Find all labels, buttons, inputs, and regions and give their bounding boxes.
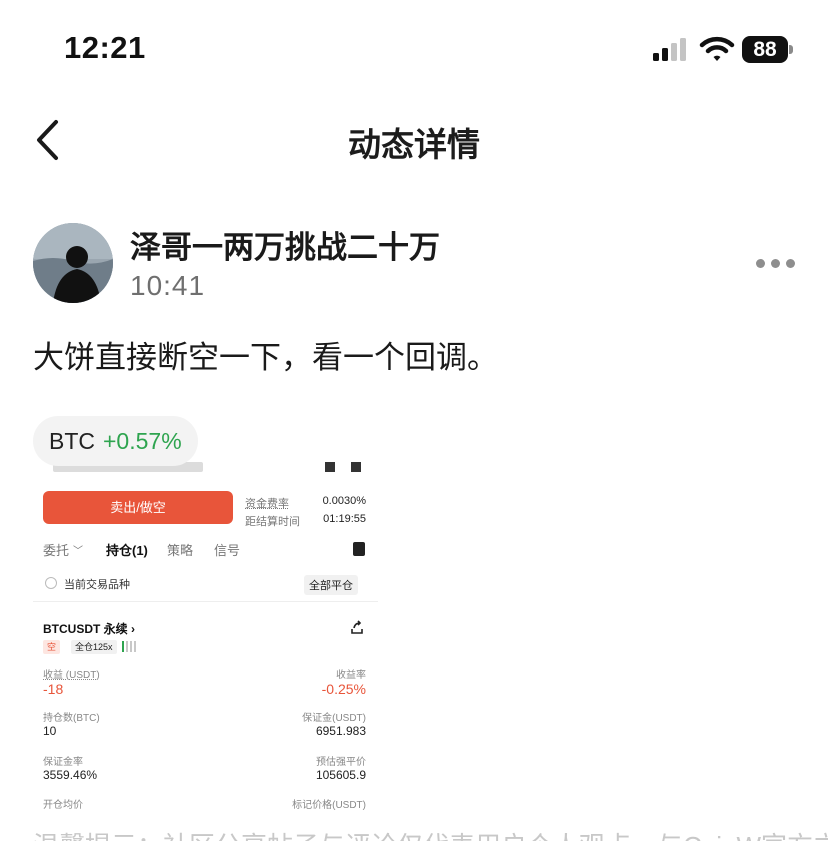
more-dots-icon[interactable] (754, 255, 798, 271)
post-image[interactable]: 卖出/做空 资金费率 0.0030% 距结算时间 01:19:55 委托 ﹀ 持… (33, 458, 378, 818)
tab-strategy: 策略 (167, 540, 193, 559)
tab-positions: 持仓(1) (106, 540, 148, 559)
signal-icon (652, 38, 688, 62)
sell-short-button: 卖出/做空 (43, 491, 233, 524)
share-icon (350, 620, 364, 634)
margin-ratio-value: 3559.46% (43, 768, 97, 782)
roe-label: 收益率 (336, 666, 366, 681)
side-badge: 空 (43, 640, 60, 654)
funding-rate-label: 资金费率 (245, 495, 289, 511)
ticker-symbol: BTC (49, 428, 95, 454)
page-title: 动态详情 (0, 118, 828, 166)
status-time: 12:21 (64, 30, 146, 66)
avatar[interactable] (33, 223, 113, 303)
radio-icon (45, 577, 57, 589)
tab-orders: 委托 (43, 540, 69, 559)
tab-signals: 信号 (214, 540, 240, 559)
settlement-label: 距结算时间 (245, 513, 300, 529)
wifi-icon (699, 35, 735, 63)
size-label: 持仓数(BTC) (43, 709, 100, 724)
funding-rate-value: 0.0030% (323, 495, 366, 507)
settlement-value: 01:19:55 (323, 513, 366, 525)
margin-label: 保证金(USDT) (302, 709, 366, 724)
battery-icon: 88 (742, 36, 794, 63)
liq-price-value: 105605.9 (316, 768, 366, 782)
margin-value: 6951.983 (316, 724, 366, 738)
pnl-label: 收益 (USDT) (43, 666, 100, 681)
pnl-value: -18 (43, 681, 63, 697)
battery-level: 88 (742, 36, 788, 63)
document-icon (353, 542, 365, 556)
post-text: 大饼直接断空一下，看一个回调。 (33, 332, 498, 377)
filter-row: 当前交易品种 全部平仓 (43, 575, 368, 595)
strength-bars-icon (122, 640, 136, 652)
chevron-down-icon: ﹀ (73, 542, 83, 557)
close-all-button: 全部平仓 (304, 575, 358, 595)
position-symbol: BTCUSDT 永续 › (43, 620, 135, 637)
position-symbol-text: BTCUSDT 永续 (43, 622, 128, 636)
size-value: 10 (43, 724, 56, 738)
liq-price-label: 预估强平价 (316, 753, 366, 768)
ticker-change: +0.57% (103, 428, 182, 454)
divider (33, 601, 378, 602)
chevron-right-icon: › (131, 622, 135, 636)
roe-value: -0.25% (322, 681, 366, 697)
disclaimer-text: 温馨提示：社区分享帖子与评论仅代表用户个人观点，与CoinW官方立 (33, 826, 828, 841)
margin-ratio-label: 保证金率 (43, 753, 83, 768)
leverage-badge: 全仓125x (71, 640, 117, 654)
entry-price-label: 开仓均价 (43, 796, 83, 811)
author-name[interactable]: 泽哥一两万挑战二十万 (130, 222, 440, 267)
post-time: 10:41 (130, 270, 205, 302)
ticker-chip[interactable]: BTC +0.57% (33, 416, 198, 466)
mark-price-label: 标记价格(USDT) (292, 796, 366, 811)
filter-label: 当前交易品种 (64, 576, 130, 592)
